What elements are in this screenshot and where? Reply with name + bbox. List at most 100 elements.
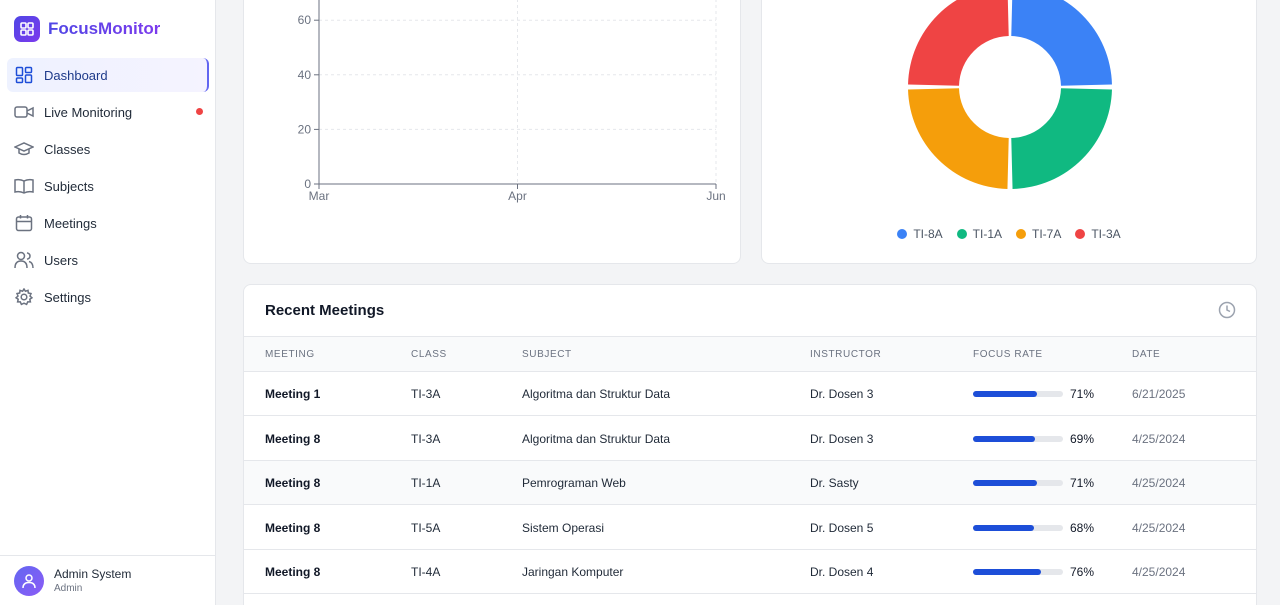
graduation-cap-icon	[14, 139, 34, 159]
meeting-date: 4/25/2024	[1132, 431, 1186, 446]
section-title: Recent Meetings	[265, 302, 385, 319]
gear-icon	[14, 287, 34, 307]
sidebar-item-settings[interactable]: Settings	[7, 280, 209, 314]
legend-item[interactable]: TI-3A	[1075, 227, 1121, 241]
meeting-date: 4/25/2024	[1132, 476, 1186, 490]
donut-slice-ti-3a[interactable]	[908, 0, 1009, 86]
meeting-date: 4/25/2024	[1132, 520, 1186, 535]
y-tick-label: 20	[298, 122, 312, 136]
instructor-name: Dr. Dosen 3	[810, 387, 874, 401]
table-row[interactable]: Meeting 8 TI-3A Algoritma dan Struktur Dat…	[244, 417, 1256, 461]
sidebar-item-classes[interactable]: Classes	[7, 132, 209, 166]
sidebar-item-live-monitoring[interactable]: Live Monitoring	[7, 95, 209, 129]
meeting-name: Meeting 8	[265, 476, 321, 490]
y-tick-label: 60	[298, 13, 312, 27]
x-tick-label: Mar	[309, 189, 330, 203]
avatar	[14, 565, 44, 596]
line-chart: 0204060Mar Apr Jun	[298, 0, 726, 203]
column-header-class[interactable]: CLASS	[411, 349, 447, 360]
sidebar-item-label: Subjects	[44, 178, 94, 194]
brand-name: FocusMonitor	[48, 19, 161, 38]
sidebar-item-dashboard[interactable]: Dashboard	[7, 58, 209, 92]
meeting-name: Meeting 8	[265, 520, 321, 535]
column-header-instructor[interactable]: INSTRUCTOR	[810, 349, 881, 360]
focus-rate-bar-fill	[973, 569, 1042, 575]
chart-legend: TI-8A TI-1A TI-7A TI-3A	[762, 227, 1256, 241]
legend-item[interactable]: TI-1A	[956, 227, 1002, 241]
video-icon	[14, 102, 34, 122]
instructor-name: Dr. Dosen 4	[810, 565, 874, 579]
column-header-meeting[interactable]: MEETING	[265, 349, 315, 360]
instructor-name: Dr. Dosen 5	[810, 520, 874, 535]
user-profile[interactable]: Admin System Admin	[0, 555, 215, 605]
users-icon	[14, 250, 34, 270]
class-name: TI-3A	[411, 387, 441, 401]
legend-label: TI-7A	[1032, 227, 1062, 241]
user-name: Admin System	[54, 567, 132, 581]
legend-item[interactable]: TI-7A	[1016, 227, 1061, 241]
meeting-name: Meeting 8	[265, 565, 321, 579]
sidebar-item-label: Meetings	[44, 215, 97, 231]
user-icon	[22, 573, 36, 588]
donut-slice-ti-1a[interactable]	[1011, 88, 1112, 189]
sidebar-item-subjects[interactable]: Subjects	[7, 169, 209, 203]
focus-rate-value: 69%	[1070, 431, 1095, 446]
subject-name: Sistem Operasi	[522, 520, 605, 535]
sidebar-item-label: Users	[44, 252, 78, 268]
column-header-subject[interactable]: SUBJECT	[522, 349, 572, 360]
donut-chart-card: TI-8A TI-1A TI-7A TI-3A	[761, 0, 1257, 264]
focus-rate-value: 76%	[1070, 565, 1095, 579]
column-header-focus-rate[interactable]: FOCUS RATE	[973, 349, 1043, 360]
focus-rate-bar	[973, 391, 1063, 397]
donut-slice-ti-8a[interactable]	[1011, 0, 1112, 86]
x-tick-label: Apr	[508, 189, 527, 203]
subject-name: Algoritma dan Struktur Data	[522, 431, 671, 446]
subject-name: Pemrograman Web	[522, 476, 626, 490]
focus-rate-bar-fill	[973, 391, 1037, 397]
sidebar-item-label: Dashboard	[44, 67, 108, 83]
focus-rate-value: 71%	[1070, 387, 1095, 401]
legend-label: TI-3A	[1091, 227, 1121, 241]
class-name: TI-1A	[411, 476, 441, 490]
focus-rate-value: 68%	[1070, 520, 1095, 535]
calendar-icon	[14, 213, 34, 233]
focus-rate-bar-fill	[973, 435, 1036, 442]
sidebar-item-users[interactable]: Users	[7, 243, 209, 277]
subject-name: Algoritma dan Struktur Data	[522, 387, 671, 401]
focus-rate-bar-fill	[973, 480, 1037, 486]
clock-icon[interactable]	[1218, 301, 1236, 324]
table-row[interactable]: Meeting 8 TI-4A Jaringan Komputer Dr. Dosen…	[244, 550, 1256, 594]
table-row[interactable]: Meeting 1 TI-3A Algoritma dan Struktur Dat…	[244, 372, 1256, 416]
class-name: TI-5A	[411, 520, 441, 535]
subject-name: Jaringan Komputer	[522, 565, 624, 579]
user-role: Admin	[54, 583, 83, 594]
donut-chart	[908, 0, 1112, 189]
donut-slice-ti-7a[interactable]	[908, 88, 1009, 189]
table-row[interactable]: Meeting 8 TI-5A Sistem Operasi Dr. Dosen 5 6…	[244, 506, 1256, 550]
sidebar-nav: Dashboard Live Monitoring Classes Subjec…	[7, 58, 209, 317]
legend-item[interactable]: TI-8A	[897, 227, 943, 241]
sidebar-item-label: Settings	[44, 289, 91, 305]
sidebar-item-meetings[interactable]: Meetings	[7, 206, 209, 240]
meeting-date: 4/25/2024	[1132, 565, 1186, 579]
focus-rate-bar	[973, 569, 1063, 575]
sidebar: FocusMonitor Dashboard Live Monitoring C…	[0, 0, 216, 605]
brand[interactable]: FocusMonitor	[14, 16, 160, 42]
live-indicator-dot	[196, 108, 203, 115]
book-icon	[14, 176, 34, 196]
x-tick-label: Jun	[706, 189, 725, 203]
class-name: TI-3A	[411, 431, 441, 446]
focus-rate-bar	[973, 435, 1063, 442]
dashboard-icon	[14, 65, 34, 85]
legend-swatch	[956, 229, 967, 239]
column-header-date[interactable]: DATE	[1132, 349, 1160, 360]
legend-swatch	[1016, 229, 1026, 239]
table-header: MEETING CLASS SUBJECT INSTRUCTOR FOCUS R…	[244, 336, 1256, 372]
meeting-name: Meeting 1	[265, 387, 321, 401]
instructor-name: Dr. Sasty	[810, 476, 859, 490]
legend-swatch	[1075, 229, 1086, 239]
focus-rate-value: 71%	[1070, 476, 1095, 490]
recent-meetings-card: Recent Meetings MEETING CLASS SUBJECT IN…	[243, 284, 1257, 605]
table-row[interactable]: Meeting 8 TI-1A Pemrograman Web Dr. Sasty 71…	[244, 461, 1256, 505]
legend-swatch	[897, 229, 908, 239]
